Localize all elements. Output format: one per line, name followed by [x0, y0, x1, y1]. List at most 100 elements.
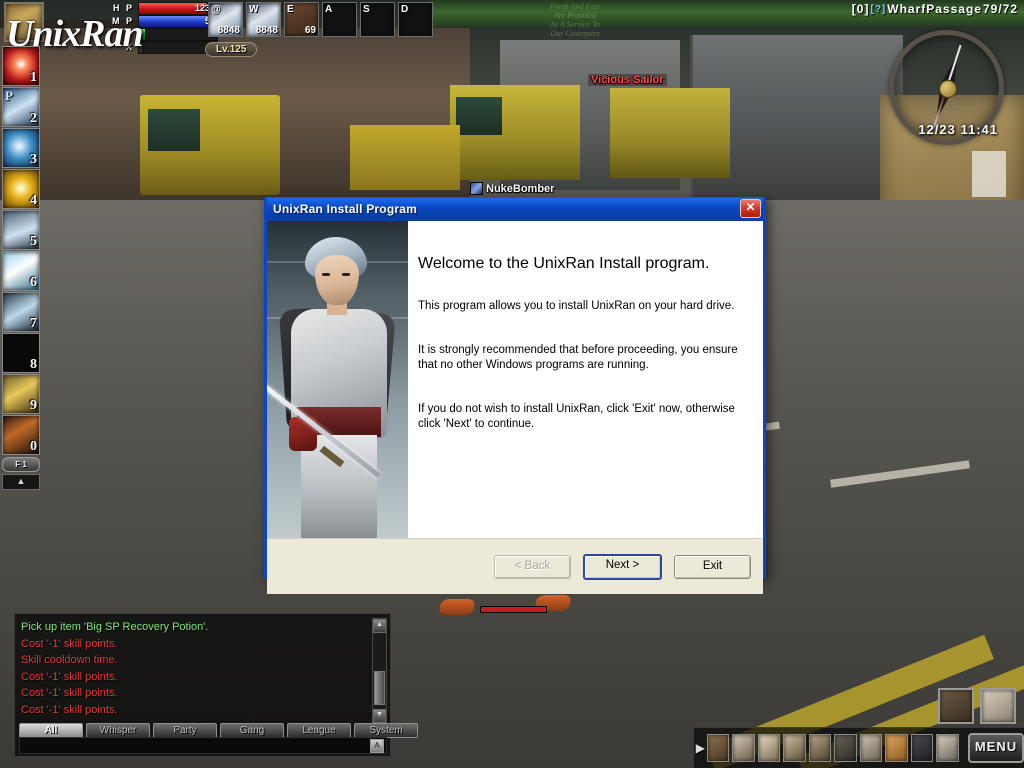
- skill-slot-number: 6: [30, 275, 37, 290]
- action-slot-9[interactable]: [910, 734, 934, 762]
- background-forklift: [350, 125, 460, 190]
- quickslot-count: 8848: [255, 25, 278, 36]
- character-sheet-icon[interactable]: [980, 688, 1016, 724]
- exit-button[interactable]: Exit: [674, 554, 751, 579]
- dialog-artwork: [267, 221, 408, 538]
- skillbar-collapse-arrow-icon[interactable]: ▲: [2, 474, 40, 490]
- function-key-button[interactable]: F 1: [2, 457, 40, 472]
- skill-slot-4[interactable]: 4: [2, 169, 40, 209]
- chat-tabs: All Whisper Party Gang League System: [19, 723, 418, 738]
- next-button[interactable]: Next >: [583, 553, 662, 580]
- scroll-down-arrow-icon[interactable]: ▼: [373, 709, 386, 723]
- help-icon[interactable]: [?]: [870, 4, 886, 15]
- chat-tab-gang[interactable]: Gang: [220, 723, 284, 738]
- character-portrait[interactable]: [4, 2, 44, 42]
- skill-slot-2[interactable]: P2: [2, 87, 40, 127]
- skill-slot-number: 1: [30, 70, 37, 85]
- action-slot-10[interactable]: [936, 734, 959, 762]
- skill-slot-6[interactable]: 6: [2, 251, 40, 291]
- chat-input[interactable]: A: [19, 737, 387, 754]
- skill-slot-number: 7: [30, 316, 37, 331]
- level-badge: Lv.125: [205, 42, 258, 57]
- dialog-paragraph-2: It is strongly recommended that before p…: [418, 344, 738, 371]
- quickslot-count: 69: [304, 25, 316, 36]
- quickslot-key: W: [249, 4, 259, 15]
- stat-row-sp: 0: [138, 27, 218, 41]
- dialog-titlebar[interactable]: UnixRan Install Program ✕: [267, 197, 763, 221]
- exp-label: X: [125, 42, 134, 52]
- location-channel: [0]: [851, 2, 870, 16]
- dialog-content: Welcome to the UnixRan Install program. …: [408, 221, 763, 538]
- skill-slot-5[interactable]: 5: [2, 210, 40, 250]
- menu-button[interactable]: MENU: [967, 733, 1024, 763]
- dialog-title: UnixRan Install Program: [273, 201, 417, 216]
- location-coords: 79/72: [982, 2, 1018, 16]
- back-button[interactable]: < Back: [494, 554, 571, 579]
- quickslot-a[interactable]: A: [322, 2, 357, 37]
- quickslot-e[interactable]: E 69: [284, 2, 319, 37]
- action-slot-8[interactable]: [885, 734, 908, 762]
- skill-slot-7[interactable]: 7: [2, 292, 40, 332]
- action-slot-5[interactable]: [808, 734, 832, 762]
- chat-scrollbar[interactable]: ▲ ▼: [372, 618, 387, 724]
- dialog-paragraph-1: This program allows you to install UnixR…: [418, 300, 735, 312]
- player-health-bar-world: [480, 606, 547, 613]
- npc-name-label[interactable]: Vicious Sailor: [588, 74, 667, 86]
- quickslot-key: D: [401, 4, 409, 15]
- background-truck-yellow-1: [140, 95, 280, 195]
- chat-tab-whisper[interactable]: Whisper: [86, 723, 150, 738]
- location-indicator: [0] [?] WharfPassage 79/72: [852, 2, 1018, 16]
- compass-hub: [938, 79, 957, 98]
- chat-panel[interactable]: Pick up item 'Big SP Recovery Potion'. C…: [14, 613, 418, 757]
- skill-slot-1[interactable]: 1: [2, 46, 40, 86]
- action-slot-2[interactable]: [732, 734, 755, 762]
- dialog-body: Welcome to the UnixRan Install program. …: [267, 221, 763, 538]
- action-slot-1[interactable]: [706, 734, 730, 762]
- skill-slot-number: 4: [30, 193, 37, 208]
- dialog-paragraph-3: If you do not wish to install UnixRan, c…: [418, 403, 735, 430]
- chat-message: Cost '-1' skill points.: [21, 703, 118, 716]
- quickslot-d[interactable]: D: [398, 2, 433, 37]
- quickslot-key: @: [211, 4, 221, 15]
- quickslot-key: A: [325, 4, 333, 15]
- quickslot-w[interactable]: W 8848: [246, 2, 281, 37]
- quickslot-bar: @ 8848 W 8848 E 69 A S D: [208, 2, 433, 37]
- player-name-text: NukeBomber: [486, 182, 555, 195]
- chat-message: Pick up item 'Big SP Recovery Potion'.: [21, 621, 209, 633]
- action-slot-7[interactable]: [859, 734, 883, 762]
- skill-slot-8[interactable]: 8: [2, 333, 40, 373]
- chat-log[interactable]: Pick up item 'Big SP Recovery Potion'. C…: [21, 619, 361, 719]
- stat-row-mp: M P 55: [112, 14, 218, 28]
- action-slot-3[interactable]: [757, 734, 781, 762]
- scroll-up-arrow-icon[interactable]: ▲: [373, 619, 386, 633]
- quickslot-count: 8848: [217, 25, 240, 36]
- chat-tab-party[interactable]: Party: [153, 723, 217, 738]
- skill-slot-number: 5: [30, 234, 37, 249]
- hp-bar: 1232: [138, 1, 218, 15]
- stat-row-hp: H P 1232: [113, 1, 218, 15]
- chat-message: Cost '-1' skill points.: [21, 637, 118, 650]
- quickslot-q[interactable]: @ 8848: [208, 2, 243, 37]
- install-dialog[interactable]: UnixRan Install Program ✕ Welcome to the…: [264, 197, 766, 594]
- chat-tab-league[interactable]: League: [287, 723, 351, 738]
- expand-arrow-icon[interactable]: ▶: [694, 741, 707, 755]
- chat-tab-all[interactable]: All: [19, 723, 83, 738]
- skill-slot-number: 2: [30, 111, 37, 126]
- skill-slot-number: 9: [30, 398, 37, 413]
- player-name-label[interactable]: NukeBomber: [470, 182, 554, 195]
- background-truck-yellow-2: [450, 85, 580, 180]
- skill-slot-9[interactable]: 9: [2, 374, 40, 414]
- background-truck-yellow-3: [610, 88, 730, 178]
- action-slot-4[interactable]: [783, 734, 806, 762]
- action-slot-6[interactable]: [834, 734, 857, 762]
- quickslot-s[interactable]: S: [360, 2, 395, 37]
- skill-slot-0[interactable]: 0: [2, 415, 40, 455]
- quest-book-icon[interactable]: [938, 688, 974, 724]
- chat-tab-system[interactable]: System: [354, 723, 418, 738]
- skill-slot-number: 0: [30, 439, 37, 454]
- close-icon[interactable]: ✕: [740, 199, 761, 218]
- font-settings-icon[interactable]: A: [370, 739, 384, 753]
- scrollbar-thumb[interactable]: [374, 671, 385, 705]
- quickslot-key: S: [363, 4, 370, 15]
- skill-slot-3[interactable]: 3: [2, 128, 40, 168]
